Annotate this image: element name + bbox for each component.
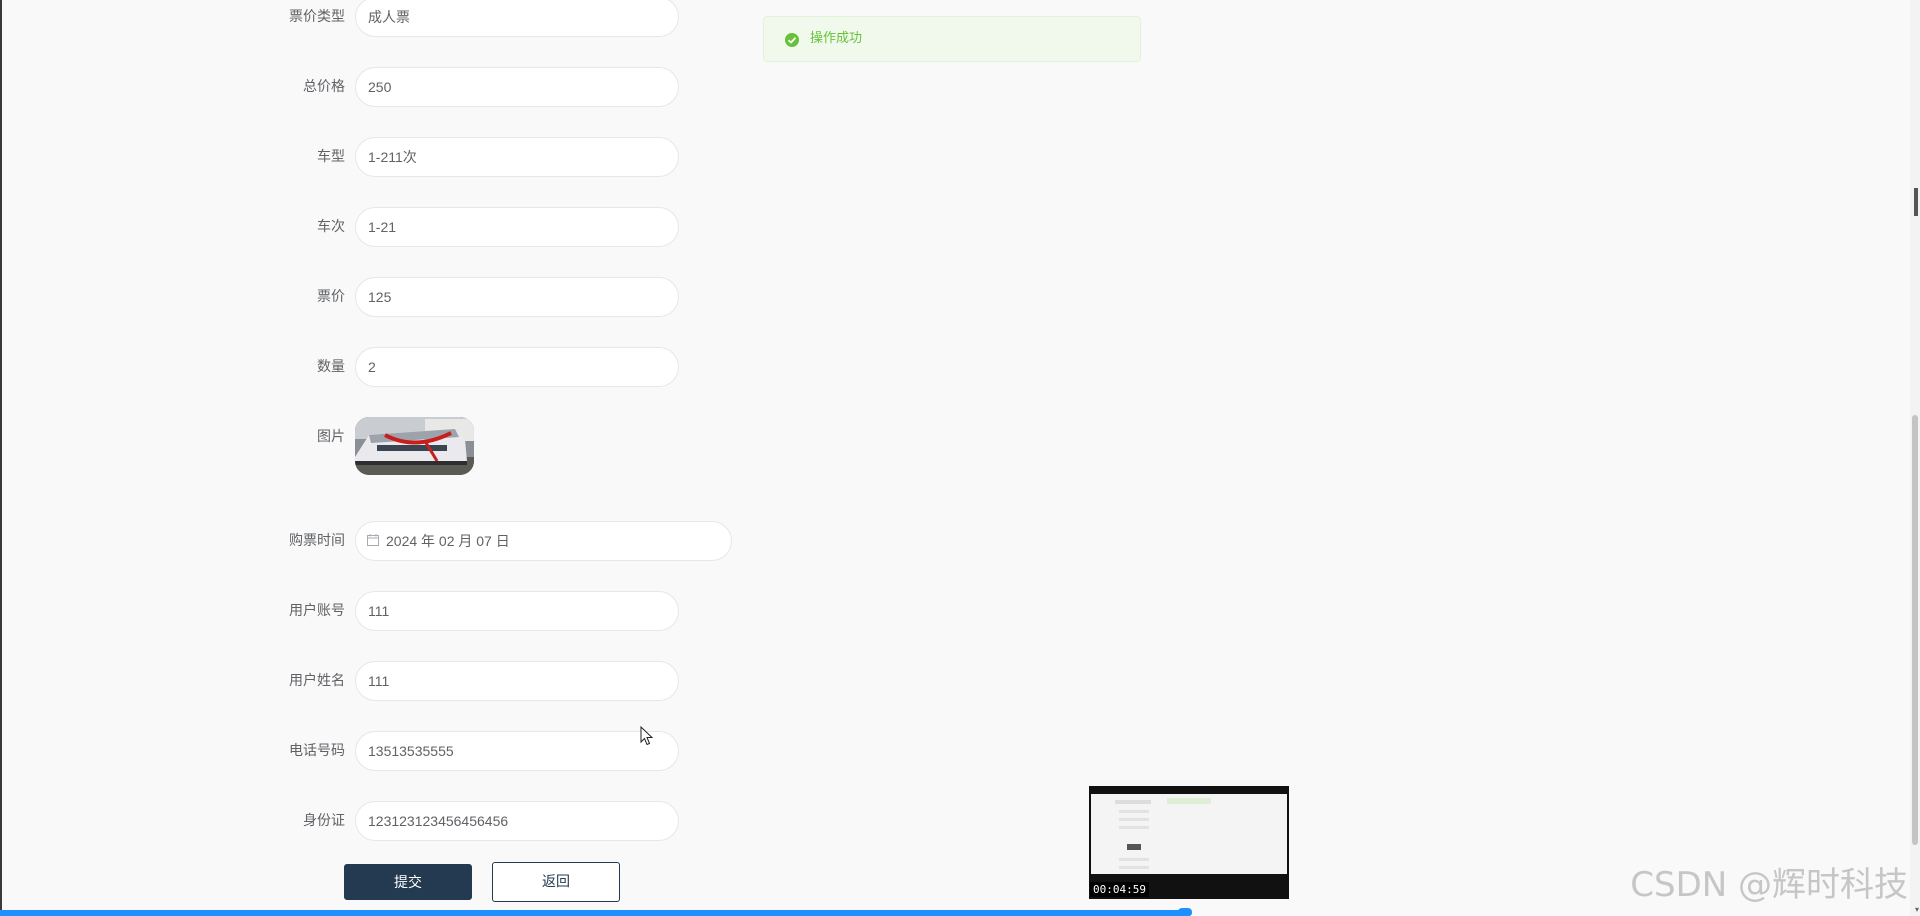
video-progress-bar[interactable] [0,910,1192,916]
field-label: 票价类型 [289,9,345,25]
csdn-watermark: CSDN @辉时科技 [1630,865,1908,905]
video-preview[interactable]: 00:04:59 [1089,786,1289,899]
calendar-icon [367,534,379,546]
mouse-cursor-icon [640,726,654,746]
page-scrollbar[interactable]: ▾ [1910,0,1920,916]
scrollbar-thumb[interactable] [1912,415,1918,845]
field-label: 车型 [317,149,345,165]
video-frame-content [1115,798,1211,869]
train-picture [355,417,474,475]
purchase-date-picker[interactable] [355,521,732,561]
check-circle-icon [785,33,799,47]
field-label: 用户姓名 [289,673,345,689]
video-frame [1091,794,1287,874]
total-price-input[interactable] [355,67,679,107]
field-label: 用户账号 [289,603,345,619]
id-card-input[interactable] [355,801,679,841]
scroll-down-icon[interactable]: ▾ [1915,906,1919,914]
field-label: 总价格 [303,79,345,95]
scrollbar-marker [1914,188,1918,216]
train-image[interactable] [355,417,474,475]
ticket-type-input[interactable] [355,0,679,37]
success-message-text: 操作成功 [810,31,863,46]
quantity-input[interactable] [355,347,679,387]
field-label: 数量 [317,359,345,375]
field-label: 票价 [317,289,345,305]
ticket-price-input[interactable] [355,277,679,317]
user-account-input[interactable] [355,591,679,631]
field-label: 车次 [317,219,345,235]
video-progress-knob[interactable] [1178,908,1192,916]
window-edge [0,0,2,916]
submit-button[interactable]: 提交 [344,864,472,900]
video-timestamp: 00:04:59 [1090,882,1149,897]
field-label: 身份证 [303,813,345,829]
field-label: 购票时间 [289,533,345,549]
field-label: 电话号码 [289,743,345,759]
field-label: 图片 [317,429,345,445]
phone-input[interactable] [355,731,679,771]
user-name-input[interactable] [355,661,679,701]
success-message: 操作成功 [763,16,1141,62]
train-model-input[interactable] [355,137,679,177]
back-button[interactable]: 返回 [492,862,620,902]
train-number-input[interactable] [355,207,679,247]
